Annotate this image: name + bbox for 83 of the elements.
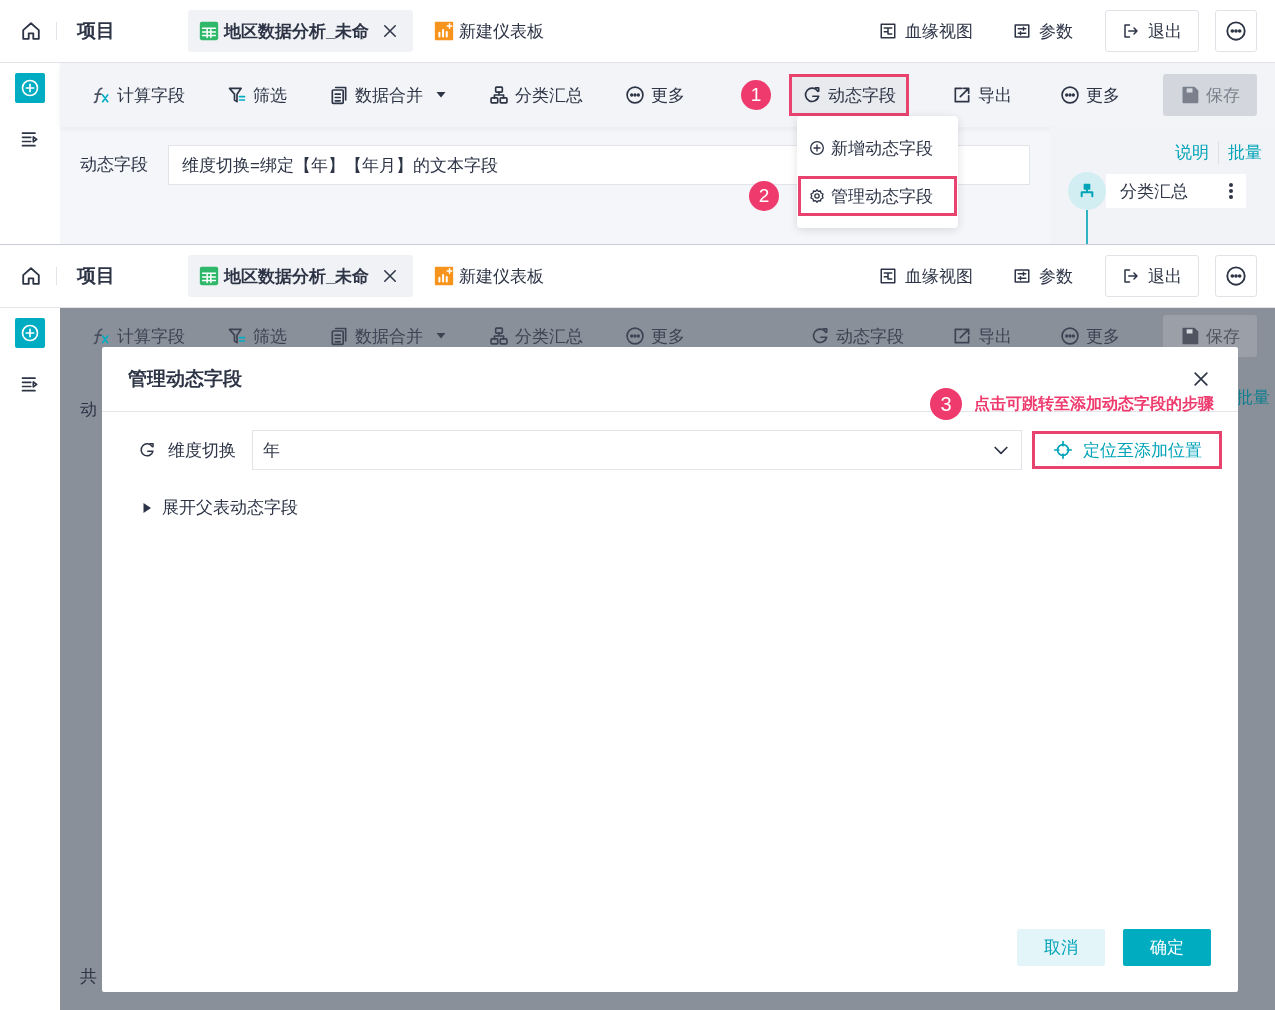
sliders-icon	[1013, 22, 1031, 40]
more-icon	[625, 326, 645, 346]
bar-chart-icon	[433, 20, 456, 42]
dialog-title: 管理动态字段	[128, 367, 242, 391]
tab[interactable]: 新建仪表板	[423, 255, 559, 297]
refresh-icon	[802, 85, 822, 105]
toolbar-button[interactable]: 退出	[1105, 10, 1199, 52]
kebab-icon[interactable]	[1228, 182, 1234, 200]
bar-chart-icon	[433, 265, 456, 287]
refresh-icon	[138, 441, 156, 459]
menu-item[interactable]: 管理动态字段	[798, 176, 957, 216]
home-icon[interactable]	[20, 20, 42, 42]
more-button[interactable]	[1215, 255, 1257, 297]
collapse-list-icon[interactable]	[20, 129, 40, 149]
document-icon	[329, 85, 349, 105]
toolbar-button[interactable]: 计算字段	[86, 74, 190, 116]
add-button[interactable]	[15, 73, 45, 103]
more-button[interactable]	[1215, 10, 1257, 52]
toolbar-button[interactable]: 导出	[947, 74, 1017, 116]
diagram-icon	[879, 267, 897, 285]
project-title: 项目	[77, 264, 116, 288]
caret-right-icon	[142, 501, 152, 514]
toolbar-button[interactable]: 更多	[1055, 74, 1125, 116]
export-icon	[952, 85, 972, 105]
filter-icon	[227, 85, 247, 105]
spreadsheet-icon	[198, 265, 220, 287]
more-icon	[625, 85, 645, 105]
function-icon	[91, 326, 111, 346]
toolbar-button[interactable]: 参数	[1013, 264, 1073, 288]
add-icon	[20, 78, 40, 98]
save-icon	[1180, 326, 1200, 346]
exit-icon	[1122, 267, 1140, 285]
connector-line	[1086, 210, 1088, 244]
node-label: 分类汇总	[1120, 180, 1188, 203]
project-title: 项目	[77, 19, 116, 43]
refresh-icon	[810, 326, 830, 346]
toolbar-button[interactable]: 筛选	[222, 74, 292, 116]
spreadsheet-icon	[198, 20, 220, 42]
tab[interactable]: 新建仪表板	[423, 10, 559, 52]
expander[interactable]: 展开父表动态字段	[102, 470, 1238, 519]
hierarchy-icon	[489, 85, 509, 105]
step-badge: 2	[749, 181, 779, 211]
add-button[interactable]	[15, 318, 45, 348]
more-icon	[1225, 265, 1247, 287]
more-icon	[1060, 326, 1080, 346]
toolbar-button[interactable]: 分类汇总	[484, 74, 588, 116]
field-label: 维度切换	[168, 439, 237, 462]
settings-icon	[809, 188, 825, 204]
hierarchy-icon	[1079, 183, 1095, 199]
filter-icon	[227, 326, 247, 346]
more-icon	[1060, 85, 1080, 105]
function-icon	[91, 85, 111, 105]
step-badge: 3	[930, 388, 962, 420]
toolbar-button[interactable]: 更多	[620, 74, 690, 116]
collapse-list-icon[interactable]	[20, 374, 40, 394]
node-card[interactable]: 分类汇总	[1106, 174, 1246, 208]
annotation-text: 点击可跳转至添加动态字段的步骤	[974, 393, 1214, 414]
diagram-icon	[879, 22, 897, 40]
sliders-icon	[1013, 267, 1031, 285]
toolbar-button[interactable]: 退出	[1105, 255, 1199, 297]
footer-text: 共	[80, 966, 97, 988]
tab[interactable]: 地区数据分析_未命	[188, 10, 414, 52]
plus-circle-icon	[809, 140, 825, 156]
export-icon	[952, 326, 972, 346]
field-label: 动态字段	[80, 154, 149, 176]
select-field[interactable]: 年	[252, 430, 1022, 470]
step-badge: 1	[741, 80, 771, 110]
hierarchy-icon	[489, 326, 509, 346]
document-icon	[329, 326, 349, 346]
tab[interactable]: 地区数据分析_未命	[188, 255, 414, 297]
more-icon	[1225, 20, 1247, 42]
exit-icon	[1122, 22, 1140, 40]
field-label: 动	[80, 399, 97, 421]
home-icon[interactable]	[20, 265, 42, 287]
save-icon	[1180, 85, 1200, 105]
crosshair-icon	[1052, 440, 1073, 460]
toolbar-button[interactable]: 血缘视图	[879, 264, 973, 288]
add-icon	[20, 323, 40, 343]
toolbar-button[interactable]: 参数	[1013, 19, 1073, 43]
toolbar-button[interactable]: 数据合并	[324, 74, 452, 116]
toolbar-button[interactable]: 动态字段	[789, 74, 909, 116]
close-icon[interactable]	[1191, 369, 1211, 389]
toolbar-button[interactable]: 血缘视图	[879, 19, 973, 43]
